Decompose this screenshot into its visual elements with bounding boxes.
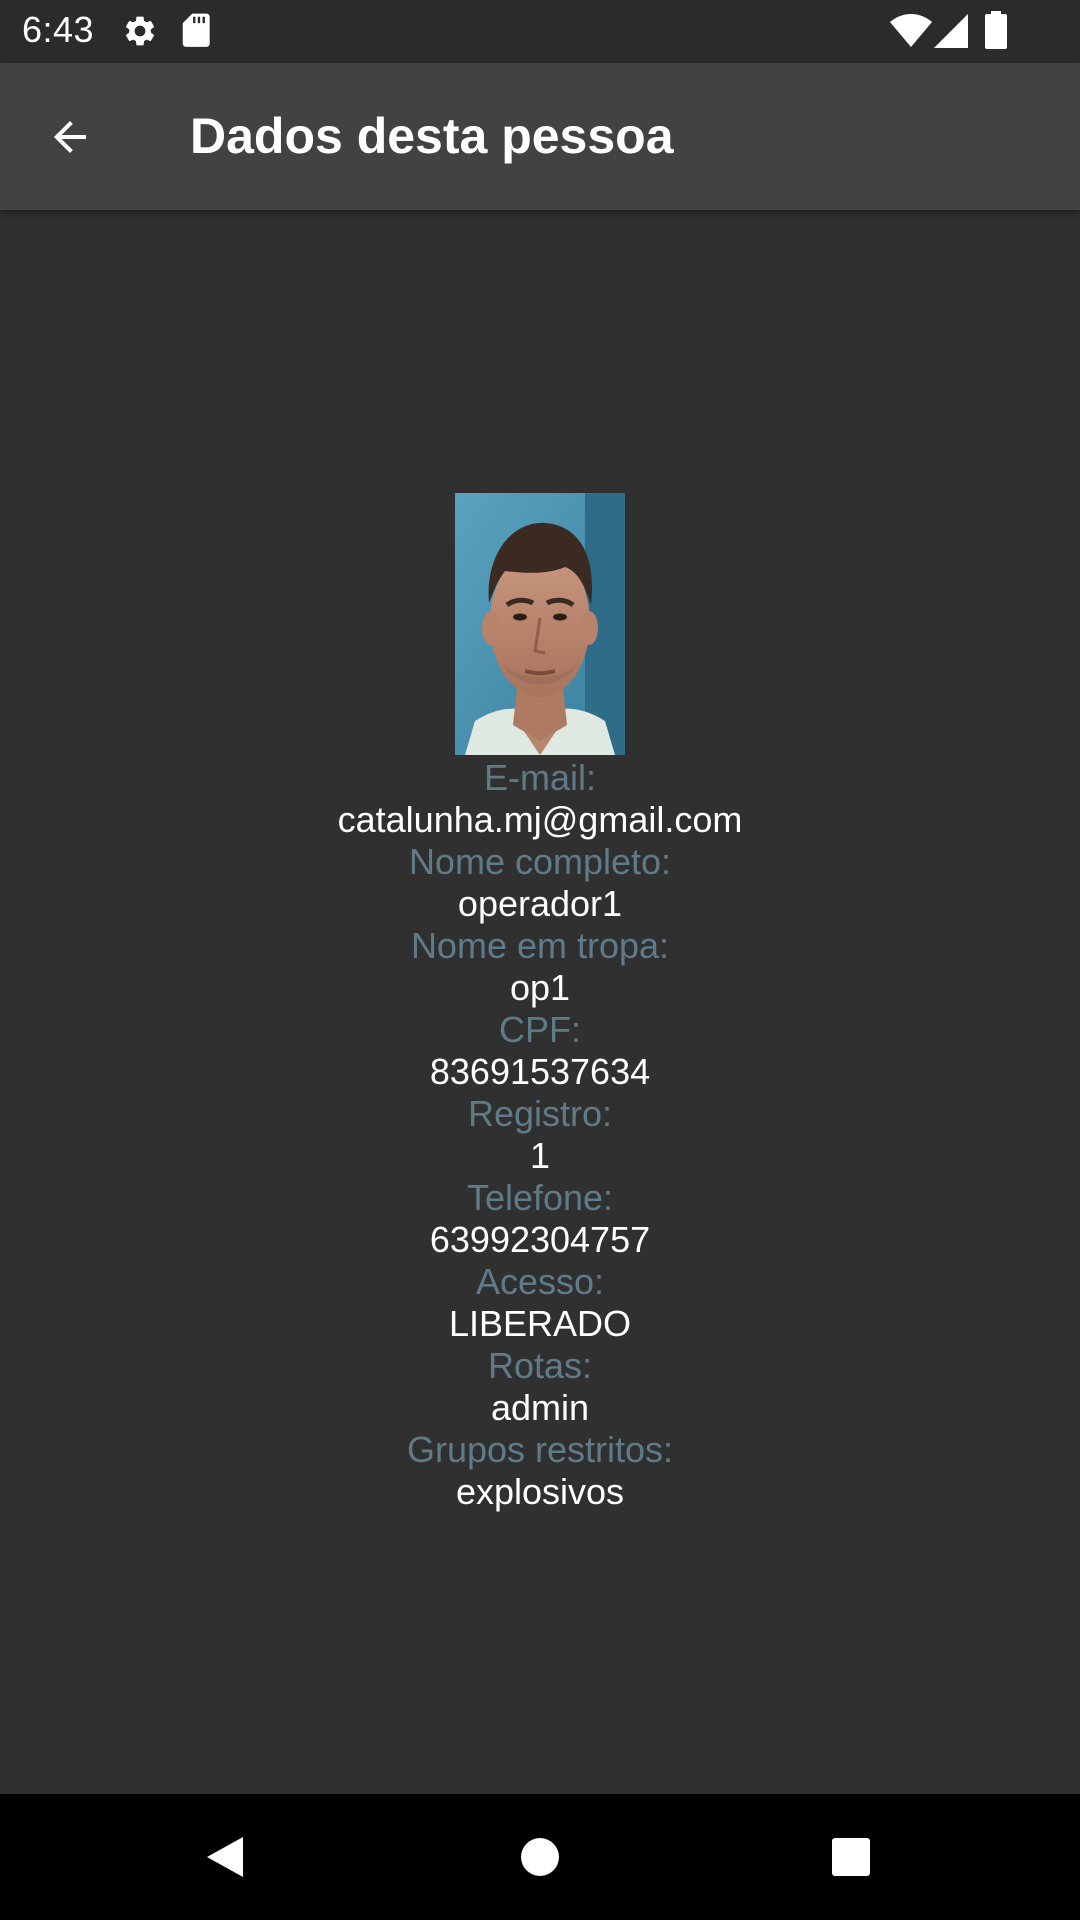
- arrow-back-icon: [54, 121, 86, 153]
- back-button[interactable]: [34, 101, 106, 173]
- phone-value: 63992304757: [429, 1219, 651, 1260]
- restricted-groups-label: Grupos restritos:: [406, 1429, 674, 1470]
- email-value: catalunha.mj@gmail.com: [337, 799, 743, 840]
- email-label: E-mail:: [483, 757, 596, 798]
- nav-back-button[interactable]: [192, 1824, 258, 1890]
- nav-home-icon: [521, 1838, 559, 1876]
- cpf-label: CPF:: [498, 1009, 581, 1050]
- troop-name-value: op1: [509, 967, 571, 1008]
- status-time: 6:43: [22, 9, 95, 50]
- registration-value: 1: [529, 1135, 551, 1176]
- cpf-value: 83691537634: [429, 1051, 651, 1092]
- person-photo: [455, 493, 625, 755]
- full-name-label: Nome completo:: [408, 841, 672, 882]
- nav-back-icon: [207, 1837, 243, 1877]
- troop-name-label: Nome em tropa:: [410, 925, 670, 966]
- navigation-bar: [0, 1794, 1080, 1920]
- status-bar: 6:43: [0, 0, 1080, 63]
- signal-icon: [934, 14, 968, 53]
- app-bar: Dados desta pessoa: [0, 63, 1080, 210]
- routes-label: Rotas:: [487, 1345, 593, 1386]
- battery-icon: [984, 11, 1008, 54]
- access-label: Acesso:: [475, 1261, 605, 1302]
- sd-card-icon: [180, 12, 214, 55]
- wifi-icon: [890, 14, 932, 53]
- routes-value: admin: [490, 1387, 590, 1428]
- gear-icon: [122, 13, 158, 54]
- access-value: LIBERADO: [448, 1303, 632, 1344]
- nav-recents-icon: [832, 1838, 870, 1876]
- nav-recents-button[interactable]: [818, 1824, 884, 1890]
- nav-home-button[interactable]: [507, 1824, 573, 1890]
- full-name-value: operador1: [457, 883, 623, 924]
- phone-label: Telefone:: [466, 1177, 614, 1218]
- page-title: Dados desta pessoa: [190, 108, 674, 164]
- registration-label: Registro:: [467, 1093, 613, 1134]
- restricted-groups-value: explosivos: [455, 1471, 625, 1512]
- person-details: E-mail: catalunha.mj@gmail.com Nome comp…: [0, 493, 1080, 1513]
